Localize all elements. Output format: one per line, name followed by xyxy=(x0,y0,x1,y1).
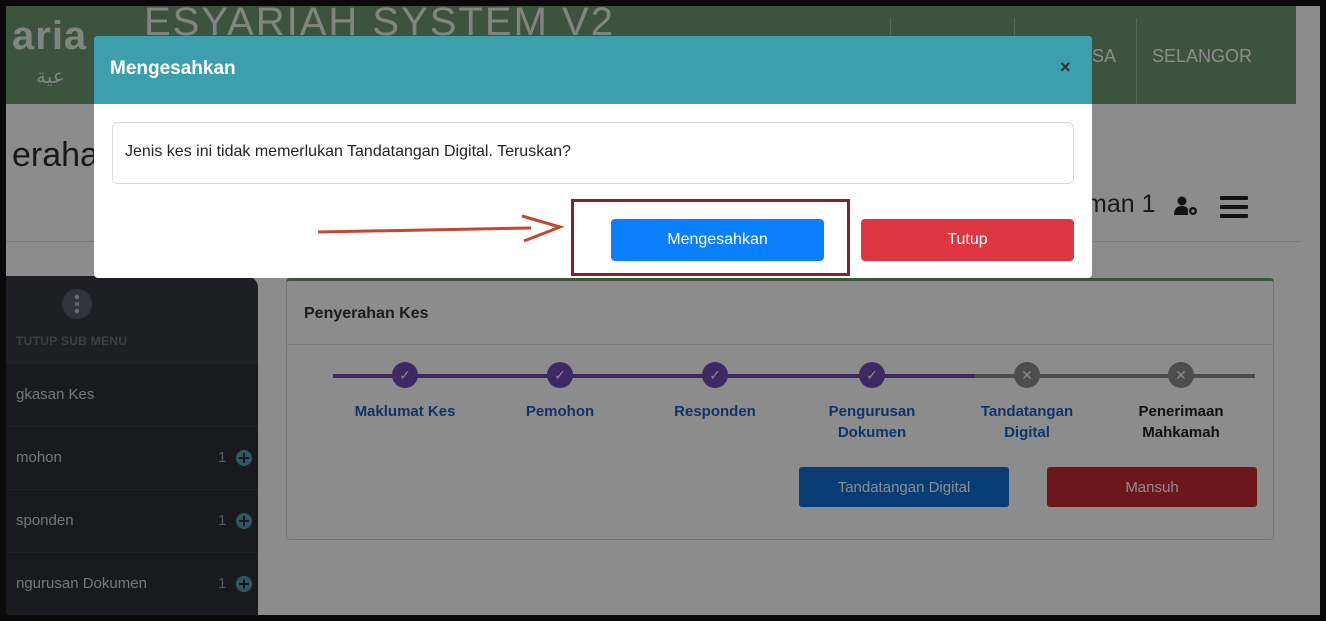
dialog-title: Mengesahkan xyxy=(110,58,236,79)
annotation-highlight-box xyxy=(571,199,850,276)
close-icon[interactable]: × xyxy=(1060,57,1071,78)
dialog-message: Jenis kes ini tidak memerlukan Tandatang… xyxy=(125,143,571,160)
annotation-arrow-icon xyxy=(317,214,565,243)
dialog-header: Mengesahkan × xyxy=(94,36,1092,104)
close-button[interactable]: Tutup xyxy=(861,219,1074,261)
page: aria عية ESYARIAH SYSTEM V2 SA SELANGOR … xyxy=(6,6,1320,615)
dialog-message-box: Jenis kes ini tidak memerlukan Tandatang… xyxy=(112,122,1074,184)
screenshot-frame: aria عية ESYARIAH SYSTEM V2 SA SELANGOR … xyxy=(0,0,1326,621)
